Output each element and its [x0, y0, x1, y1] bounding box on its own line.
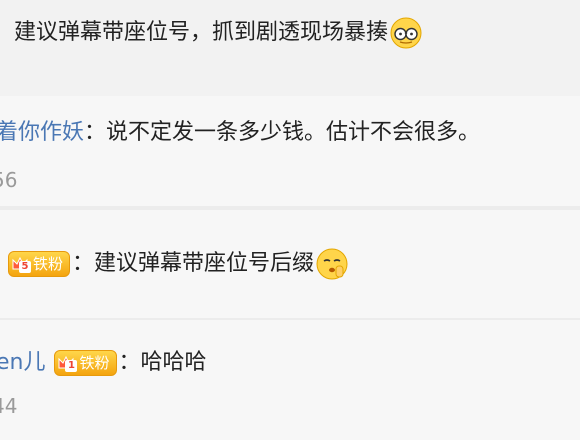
- comment-meta: 56: [0, 168, 18, 192]
- badge-level: 5: [19, 261, 31, 273]
- comment-text: 说不定发一条多少钱。估计不会很多。: [106, 120, 481, 145]
- username-link[interactable]: en儿: [0, 350, 45, 375]
- shush-emoji-icon: [316, 248, 348, 280]
- comment-item: 5 铁粉 ：建议弹幕带座位号后缀: [0, 210, 580, 320]
- crown-icon: 1: [57, 354, 78, 372]
- comment-text: 哈哈哈: [140, 350, 207, 375]
- comment-line: en儿 1 铁粉 ：哈哈哈: [0, 348, 207, 378]
- colon: ：: [118, 350, 141, 375]
- username-link[interactable]: 着你作妖: [0, 120, 84, 145]
- fan-badge[interactable]: 5 铁粉: [8, 251, 71, 277]
- comment-line: 5 铁粉 ：建议弹幕带座位号后缀: [6, 248, 348, 280]
- comment-item: en儿 1 铁粉 ：哈哈哈 44: [0, 320, 580, 440]
- comment-text: 建议弹幕带座位号后缀: [94, 251, 315, 276]
- colon: ：: [84, 120, 107, 145]
- nerd-glasses-emoji-icon: [390, 17, 422, 49]
- badge-label: 铁粉: [79, 354, 110, 372]
- badge-label: 铁粉: [33, 255, 64, 273]
- comment-item: 建议弹幕带座位号，抓到剧透现场暴揍: [0, 0, 580, 96]
- comment-item: 着你作妖：说不定发一条多少钱。估计不会很多。 56: [0, 96, 580, 210]
- colon: ：: [72, 251, 95, 276]
- comment-text: 建议弹幕带座位号，抓到剧透现场暴揍: [14, 20, 389, 45]
- comment-line: 着你作妖：说不定发一条多少钱。估计不会很多。: [0, 118, 480, 148]
- comment-line: 建议弹幕带座位号，抓到剧透现场暴揍: [14, 17, 422, 49]
- fan-badge[interactable]: 1 铁粉: [54, 350, 117, 376]
- comment-meta: 44: [0, 394, 18, 418]
- comment-feed: 建议弹幕带座位号，抓到剧透现场暴揍 着你作妖：说不定发一条多少钱。估计不会很多。…: [0, 0, 580, 440]
- crown-icon: 5: [11, 255, 31, 273]
- badge-level: 1: [65, 360, 78, 372]
